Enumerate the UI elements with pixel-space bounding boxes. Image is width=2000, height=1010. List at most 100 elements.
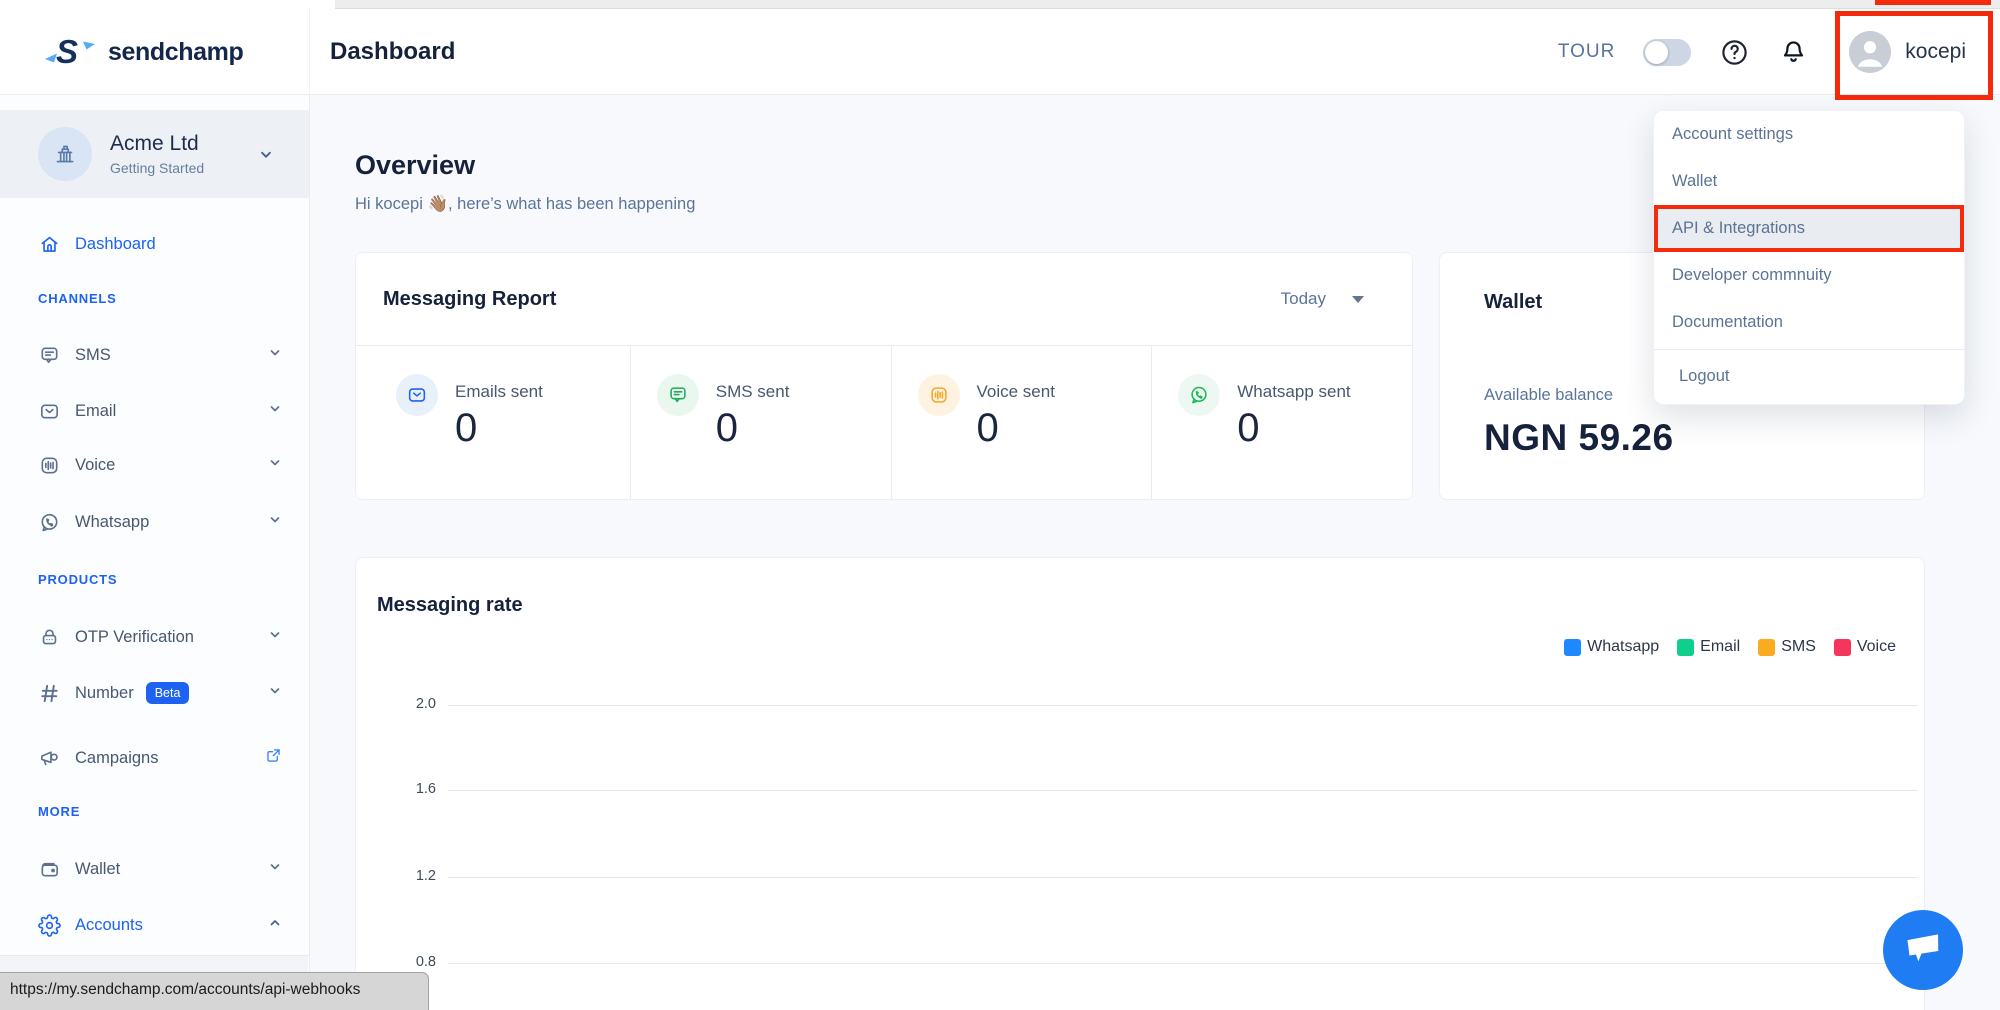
- sidebar-heading-products: PRODUCTS: [38, 572, 117, 587]
- stat-label: Voice sent: [977, 382, 1055, 402]
- org-subtitle: Getting Started: [110, 160, 204, 176]
- email-icon: [38, 400, 61, 423]
- stat-value: 0: [1237, 406, 1350, 451]
- user-menu-button[interactable]: kocepi: [1837, 19, 1982, 85]
- menu-item-documentation[interactable]: Documentation: [1654, 299, 1964, 346]
- sidebar-item-label: Campaigns: [75, 749, 158, 768]
- wallet-balance: NGN 59.26: [1484, 417, 1880, 459]
- stat-label: Emails sent: [455, 382, 543, 402]
- sidebar-item-wallet[interactable]: Wallet: [38, 852, 287, 886]
- org-avatar: [38, 127, 92, 181]
- gridline-row: 1.6: [356, 781, 1924, 801]
- page-title: Dashboard: [330, 9, 455, 95]
- sidebar-item-label: Dashboard: [75, 235, 156, 254]
- user-dropdown-menu: Account settings Wallet API & Integratio…: [1653, 110, 1965, 405]
- sidebar-item-accounts[interactable]: Accounts: [38, 908, 287, 942]
- legend-label: Email: [1700, 638, 1740, 656]
- sidebar: Acme Ltd Getting Started Dashboard CHANN…: [0, 95, 310, 1010]
- sidebar-item-otp-verification[interactable]: OTP Verification: [38, 620, 287, 654]
- overview-greeting: Hi kocepi 👋🏽, here’s what has been happe…: [355, 195, 695, 214]
- app-screen: S sendchamp Dashboard TOUR: [0, 0, 2000, 1010]
- sidebar-item-voice[interactable]: Voice: [38, 448, 287, 482]
- sidebar-item-whatsapp[interactable]: Whatsapp: [38, 505, 287, 539]
- whatsapp-icon: [1178, 374, 1220, 416]
- sidebar-item-dashboard[interactable]: Dashboard: [38, 227, 287, 261]
- gridline-row: 0.8: [356, 954, 1924, 974]
- building-icon: [52, 141, 78, 167]
- sidebar-item-label: OTP Verification: [75, 628, 194, 647]
- gridline-row: 2.0: [356, 696, 1924, 716]
- sidebar-item-label: Number: [75, 684, 134, 703]
- messaging-report-card: Messaging Report Today Emails sent 0: [355, 252, 1413, 500]
- legend-chip: [1677, 639, 1694, 656]
- sidebar-item-label: Voice: [75, 456, 115, 475]
- legend-item-sms: SMS: [1758, 638, 1816, 656]
- y-tick-label: 0.8: [403, 954, 436, 970]
- stat-value: 0: [455, 406, 543, 451]
- help-icon: [1719, 37, 1750, 68]
- stat-whatsapp-sent: Whatsapp sent 0: [1151, 346, 1412, 500]
- sidebar-item-number[interactable]: Number Beta: [38, 676, 287, 710]
- beta-badge: Beta: [146, 682, 190, 704]
- legend-chip: [1834, 639, 1851, 656]
- y-tick-label: 1.6: [403, 781, 436, 797]
- stat-value: 0: [716, 406, 790, 451]
- sidebar-item-campaigns[interactable]: Campaigns: [38, 741, 287, 775]
- legend-item-whatsapp: Whatsapp: [1564, 638, 1659, 656]
- brand-logo[interactable]: S sendchamp: [0, 9, 310, 95]
- menu-item-wallet[interactable]: Wallet: [1654, 158, 1964, 205]
- legend-item-email: Email: [1677, 638, 1740, 656]
- bell-icon: [1778, 37, 1809, 68]
- menu-divider: [1654, 349, 1964, 350]
- legend-label: Whatsapp: [1587, 638, 1659, 656]
- menu-item-logout[interactable]: Logout: [1654, 353, 1964, 400]
- sidebar-item-label: Email: [75, 402, 116, 421]
- menu-item-api-integrations[interactable]: API & Integrations: [1654, 205, 1964, 252]
- chevron-down-icon: [267, 512, 283, 533]
- gear-icon: [38, 914, 61, 937]
- legend-item-voice: Voice: [1834, 638, 1896, 656]
- external-link-icon: [264, 746, 283, 770]
- chevron-down-icon: [267, 455, 283, 476]
- chat-bubble-icon: [1883, 910, 1963, 990]
- menu-item-developer-community[interactable]: Developer commnuity: [1654, 252, 1964, 299]
- messaging-rate-title: Messaging rate: [377, 594, 1924, 617]
- brand-wordmark: sendchamp: [108, 38, 243, 67]
- gridline-row: 1.2: [356, 868, 1924, 888]
- chevron-up-icon: [267, 915, 283, 936]
- stat-label: SMS sent: [716, 382, 790, 402]
- chevron-down-icon: [267, 345, 283, 366]
- chevron-down-icon: [267, 627, 283, 648]
- tour-toggle[interactable]: [1643, 39, 1691, 66]
- chevron-down-icon: [267, 683, 283, 704]
- messaging-report-title: Messaging Report: [383, 288, 556, 311]
- window-top-strip: [0, 0, 2000, 9]
- chevron-down-icon: [267, 401, 283, 422]
- sendchamp-logo-icon: S: [44, 33, 96, 71]
- menu-item-account-settings[interactable]: Account settings: [1654, 111, 1964, 158]
- org-switcher[interactable]: Acme Ltd Getting Started: [0, 110, 309, 198]
- legend-label: Voice: [1857, 638, 1896, 656]
- messaging-rate-card: Messaging rate Whatsapp Email SMS Voice …: [355, 557, 1925, 1010]
- org-name: Acme Ltd: [110, 132, 204, 156]
- megaphone-icon: [38, 747, 61, 770]
- avatar: [1849, 31, 1891, 73]
- period-dropdown[interactable]: Today: [1281, 289, 1364, 309]
- sidebar-heading-more: MORE: [38, 804, 80, 819]
- voice-icon: [38, 454, 61, 477]
- stat-emails-sent: Emails sent 0: [356, 346, 630, 500]
- caret-down-icon: [1352, 296, 1364, 303]
- stat-label: Whatsapp sent: [1237, 382, 1350, 402]
- chevron-down-icon: [257, 146, 275, 169]
- sidebar-item-sms[interactable]: SMS: [38, 338, 287, 372]
- legend-label: SMS: [1781, 638, 1816, 656]
- hash-icon: [38, 682, 61, 705]
- sms-icon: [38, 344, 61, 367]
- sidebar-item-email[interactable]: Email: [38, 394, 287, 428]
- notifications-button[interactable]: [1778, 37, 1809, 68]
- chat-launcher-button[interactable]: [1883, 910, 1963, 990]
- chevron-down-icon: [267, 859, 283, 880]
- help-button[interactable]: [1719, 37, 1750, 68]
- sidebar-item-label: Whatsapp: [75, 513, 149, 532]
- lock-icon: [38, 626, 61, 649]
